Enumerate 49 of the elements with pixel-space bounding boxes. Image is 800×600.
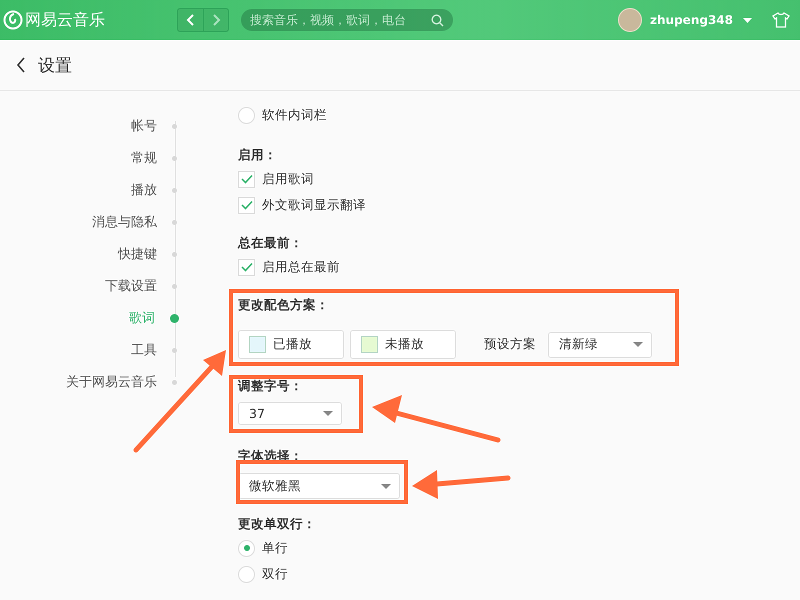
caret-icon[interactable] bbox=[743, 18, 752, 22]
color-button[interactable]: 已播放 bbox=[238, 330, 344, 359]
timeline-dot bbox=[170, 314, 179, 322]
preset-dropdown[interactable]: 清新绿 bbox=[548, 332, 652, 358]
shirt-icon[interactable] bbox=[772, 12, 790, 28]
back-icon[interactable] bbox=[16, 57, 26, 73]
search-icon[interactable] bbox=[431, 14, 444, 26]
size-dropdown[interactable]: 37 bbox=[238, 402, 342, 425]
forward-button[interactable] bbox=[203, 9, 228, 31]
check-icon bbox=[240, 174, 252, 184]
sidebar-item[interactable]: 工具 bbox=[131, 341, 157, 359]
section-title: 更改配色方案： bbox=[238, 296, 330, 314]
avatar[interactable] bbox=[618, 8, 642, 32]
sidebar-item[interactable]: 消息与隐私 bbox=[92, 213, 157, 231]
logo-icon bbox=[3, 10, 23, 30]
section-title: 总在最前： bbox=[238, 234, 304, 252]
option-label[interactable]: 外文歌词显示翻译 bbox=[262, 196, 366, 214]
section-title: 启用： bbox=[238, 146, 278, 164]
chevron-right-icon[interactable] bbox=[211, 13, 221, 27]
check-icon bbox=[240, 200, 252, 210]
section-title: 调整字号： bbox=[238, 377, 304, 395]
radio-button[interactable] bbox=[238, 566, 255, 582]
option-label[interactable]: 软件内词栏 bbox=[262, 106, 327, 124]
sidebar-item[interactable]: 帐号 bbox=[131, 117, 157, 135]
font-dropdown[interactable]: 微软雅黑 bbox=[238, 473, 400, 499]
option-label[interactable]: 启用歌词 bbox=[262, 170, 314, 188]
preset-label: 预设方案 bbox=[484, 336, 536, 353]
sidebar-item[interactable]: 播放 bbox=[131, 181, 157, 199]
back-button[interactable] bbox=[178, 9, 203, 31]
checkbox[interactable] bbox=[238, 170, 255, 188]
section-title: 更改单双行： bbox=[238, 515, 317, 533]
check-icon bbox=[240, 262, 252, 272]
color-button[interactable]: 未播放 bbox=[350, 330, 456, 359]
chevron-left-icon[interactable] bbox=[186, 13, 196, 27]
option-label[interactable]: 启用总在最前 bbox=[262, 258, 340, 276]
sidebar-item[interactable]: 关于网易云音乐 bbox=[66, 373, 157, 391]
sidebar-item[interactable]: 常规 bbox=[131, 149, 157, 167]
app-name: 网易云音乐 bbox=[25, 10, 105, 30]
sidebar-item[interactable]: 下载设置 bbox=[105, 277, 157, 295]
radio-button[interactable] bbox=[238, 540, 255, 556]
sidebar-item[interactable]: 快捷键 bbox=[118, 245, 157, 263]
radio-button[interactable] bbox=[238, 106, 255, 124]
option-label[interactable]: 单行 bbox=[262, 540, 288, 556]
checkbox[interactable] bbox=[238, 196, 255, 214]
timeline-dot bbox=[172, 380, 177, 384]
search-field[interactable]: 搜索音乐，视频，歌词，电台 bbox=[241, 9, 453, 31]
page-title: 设置 bbox=[38, 54, 72, 76]
option-label[interactable]: 双行 bbox=[262, 566, 288, 582]
checkbox[interactable] bbox=[238, 258, 255, 276]
